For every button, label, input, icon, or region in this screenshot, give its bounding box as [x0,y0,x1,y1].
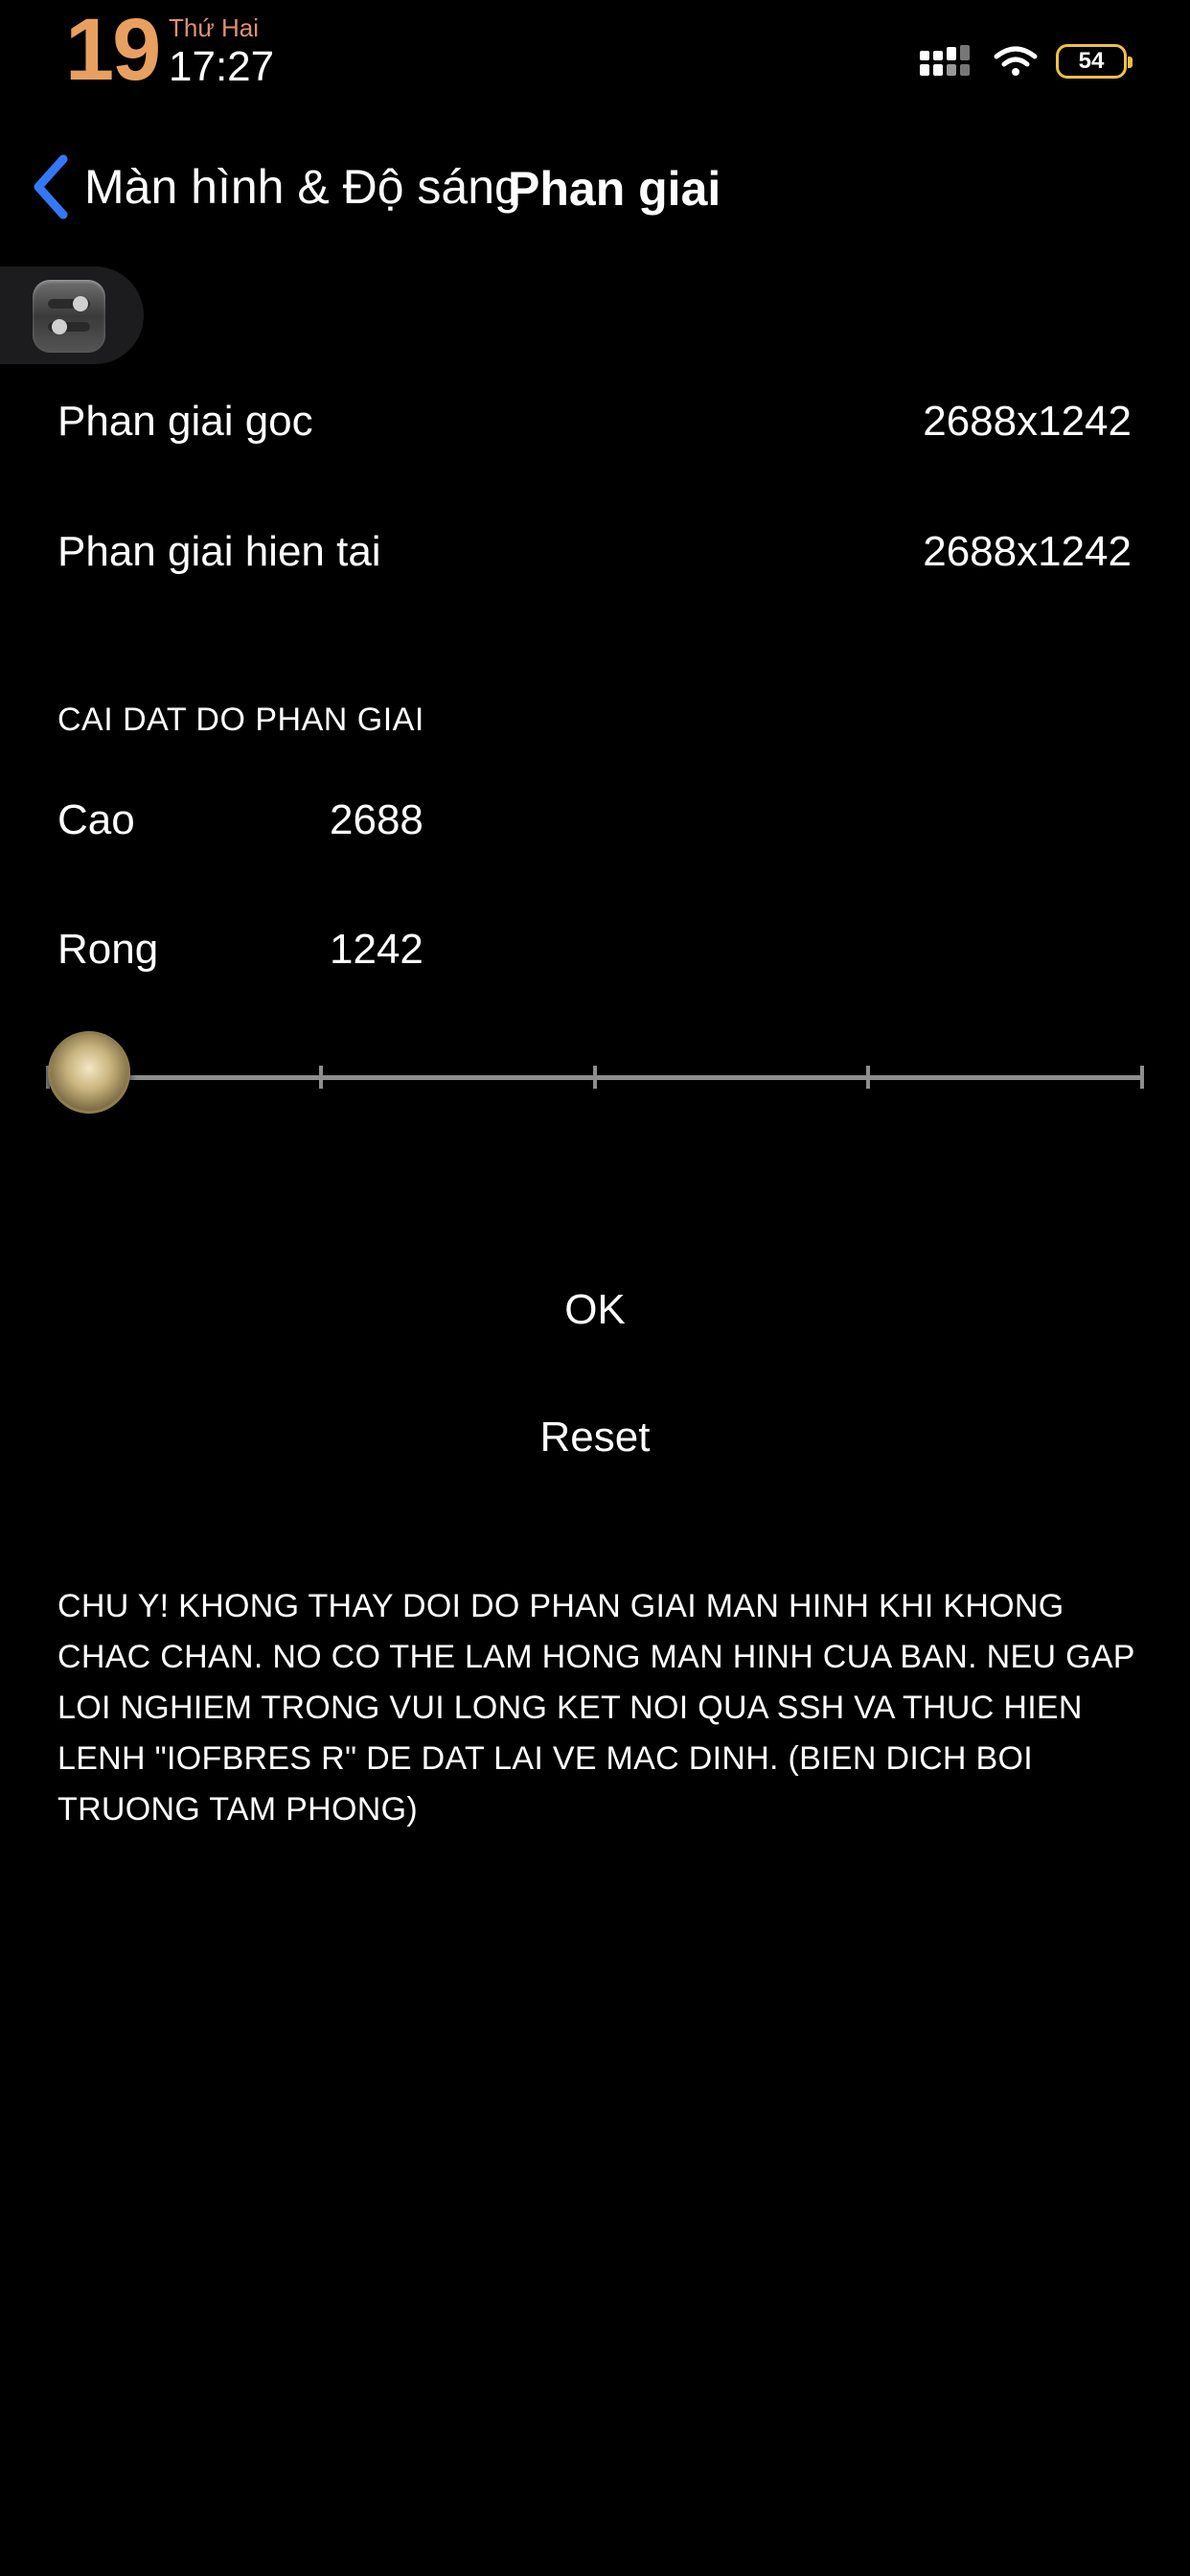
slider-tick [319,1066,323,1089]
status-icons: 54 [918,44,1133,79]
resolution-slider[interactable] [46,1025,1144,1131]
warning-text: CHU Y! KHONG THAY DOI DO PHAN GIAI MAN H… [57,1588,1135,1828]
date-day: 19 [65,1,161,99]
section-header: CAI DAT DO PHAN GIAI [57,702,424,738]
ok-button[interactable]: OK [0,1289,1190,1331]
date-weekday: Thứ Hai [169,13,259,42]
battery-icon: 54 [1056,44,1133,79]
back-label: Màn hình & Độ sáng [84,160,521,214]
chevron-back-icon [34,154,68,219]
page-title: Phan giai [508,162,721,216]
wifi-icon [994,46,1038,76]
native-resolution-label: Phan giai goc [57,398,313,445]
signal-icon [920,45,970,76]
current-resolution-value: 2688x1242 [923,528,1132,575]
current-resolution-label: Phan giai hien tai [57,528,381,575]
app-icon[interactable] [33,280,105,353]
width-label: Rong [57,926,159,973]
height-label: Cao [57,796,135,843]
width-value: 1242 [330,926,423,973]
slider-tick [866,1066,870,1089]
reset-button[interactable]: Reset [0,1416,1190,1459]
slider-tick [593,1066,597,1089]
clock-time: 17:27 [169,43,275,90]
slider-thumb[interactable] [48,1031,130,1114]
battery-level: 54 [1078,48,1105,74]
slider-tick [1140,1066,1144,1089]
native-resolution-value: 2688x1242 [923,398,1132,445]
height-value: 2688 [330,796,423,843]
back-button[interactable]: Màn hình & Độ sáng [31,153,521,220]
